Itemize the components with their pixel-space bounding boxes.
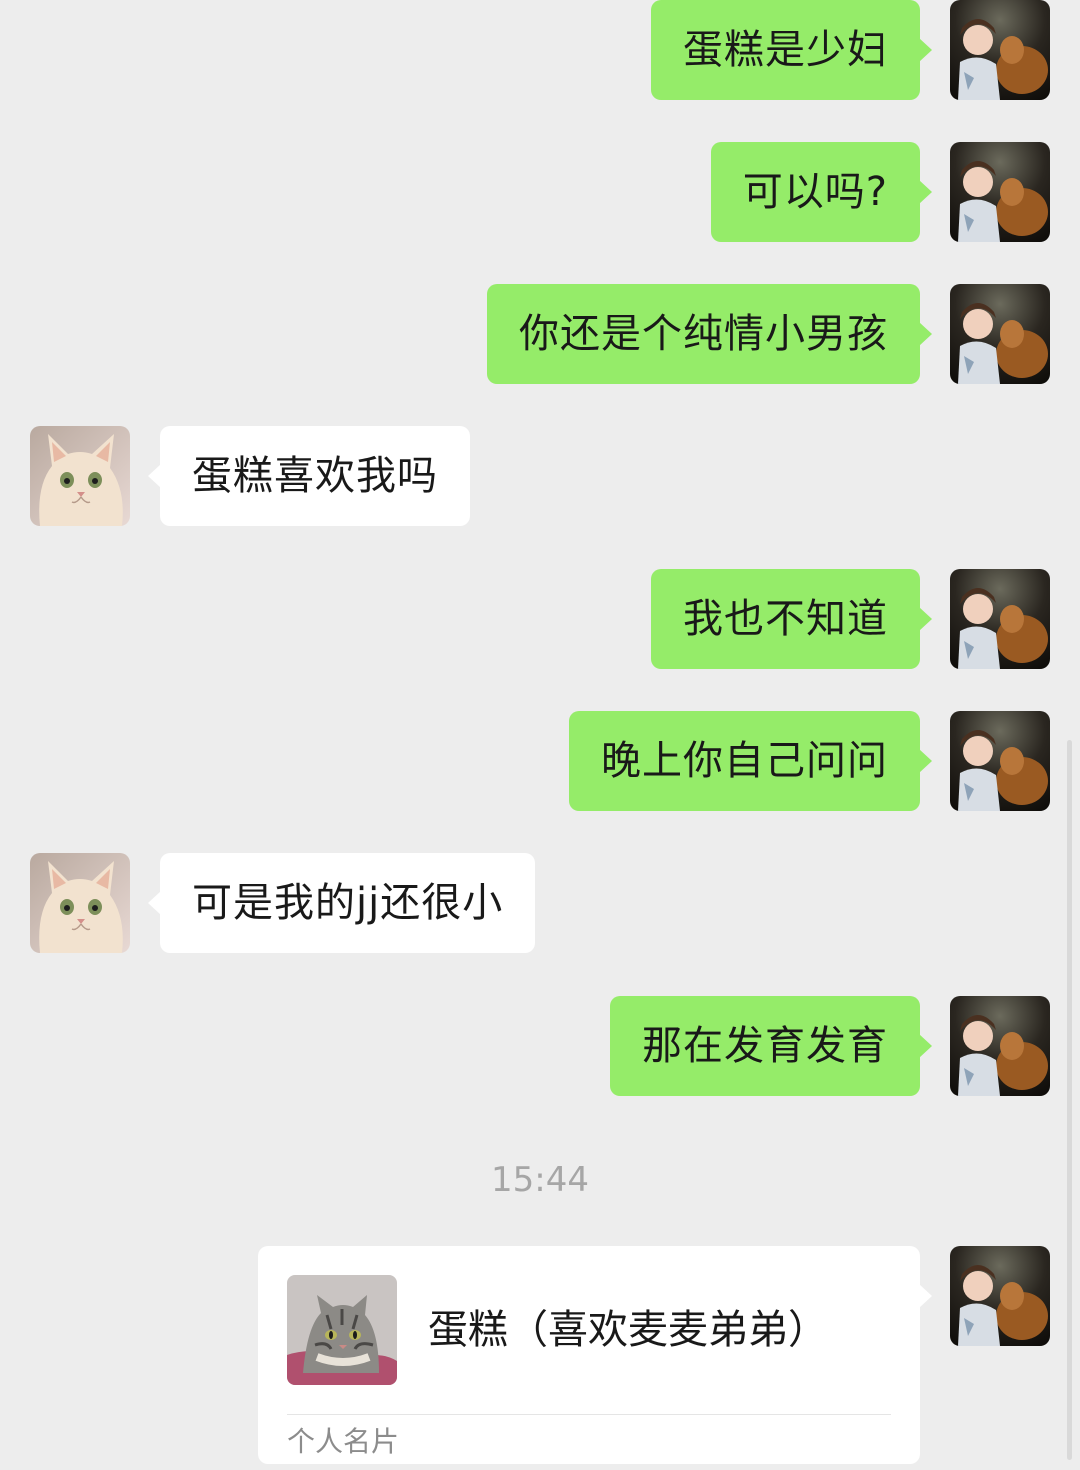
my-message-bubble[interactable]: 那在发育发育 xyxy=(610,996,932,1096)
my-message-bubble[interactable]: 我也不知道 xyxy=(651,569,932,669)
message-row: 你还是个纯情小男孩 xyxy=(0,284,1080,384)
my-avatar[interactable] xyxy=(950,569,1050,669)
message-row: 蛋糕是少妇 xyxy=(0,0,1080,100)
my-avatar[interactable] xyxy=(950,996,1050,1096)
card-type-label: 个人名片 xyxy=(287,1425,400,1458)
my-avatar[interactable] xyxy=(950,142,1050,242)
my-message-bubble[interactable]: 晚上你自己问问 xyxy=(569,711,932,811)
girl-with-dog-photo-icon xyxy=(950,569,1050,669)
my-avatar[interactable] xyxy=(950,1246,1050,1346)
contact-message-bubble[interactable]: 蛋糕喜欢我吗 xyxy=(148,426,470,526)
message-row xyxy=(0,1246,1080,1346)
my-message-bubble[interactable]: 蛋糕是少妇 xyxy=(651,0,932,100)
girl-with-dog-photo-icon xyxy=(950,284,1050,384)
message-row: 那在发育发育 xyxy=(0,996,1080,1096)
my-avatar[interactable] xyxy=(950,711,1050,811)
girl-with-dog-photo-icon xyxy=(950,0,1050,100)
card-divider xyxy=(287,1414,891,1415)
chat-area[interactable]: 蛋糕是少妇 可以吗? 你还是个纯情小男孩 蛋糕喜欢我吗 我也不知道 晚上你自己问… xyxy=(0,0,1080,1470)
my-avatar[interactable] xyxy=(950,0,1050,100)
message-row: 我也不知道 xyxy=(0,569,1080,669)
girl-with-dog-photo-icon xyxy=(950,142,1050,242)
contact-avatar[interactable] xyxy=(30,426,130,526)
message-timestamp: 15:44 xyxy=(491,1160,589,1200)
message-row: 晚上你自己问问 xyxy=(0,711,1080,811)
my-message-bubble[interactable]: 你还是个纯情小男孩 xyxy=(487,284,932,384)
cream-cat-photo-icon xyxy=(30,426,130,526)
cream-cat-photo-icon xyxy=(30,853,130,953)
message-row: 蛋糕喜欢我吗 xyxy=(0,426,1080,526)
contact-avatar[interactable] xyxy=(30,853,130,953)
my-avatar[interactable] xyxy=(950,284,1050,384)
girl-with-dog-photo-icon xyxy=(950,996,1050,1096)
message-row: 可是我的jj还很小 xyxy=(0,853,1080,953)
message-row: 可以吗? xyxy=(0,142,1080,242)
my-message-bubble[interactable]: 可以吗? xyxy=(710,142,933,242)
girl-with-dog-photo-icon xyxy=(950,1246,1050,1346)
girl-with-dog-photo-icon xyxy=(950,711,1050,811)
scrollbar[interactable] xyxy=(1067,740,1072,1460)
contact-message-bubble[interactable]: 可是我的jj还很小 xyxy=(147,853,536,953)
